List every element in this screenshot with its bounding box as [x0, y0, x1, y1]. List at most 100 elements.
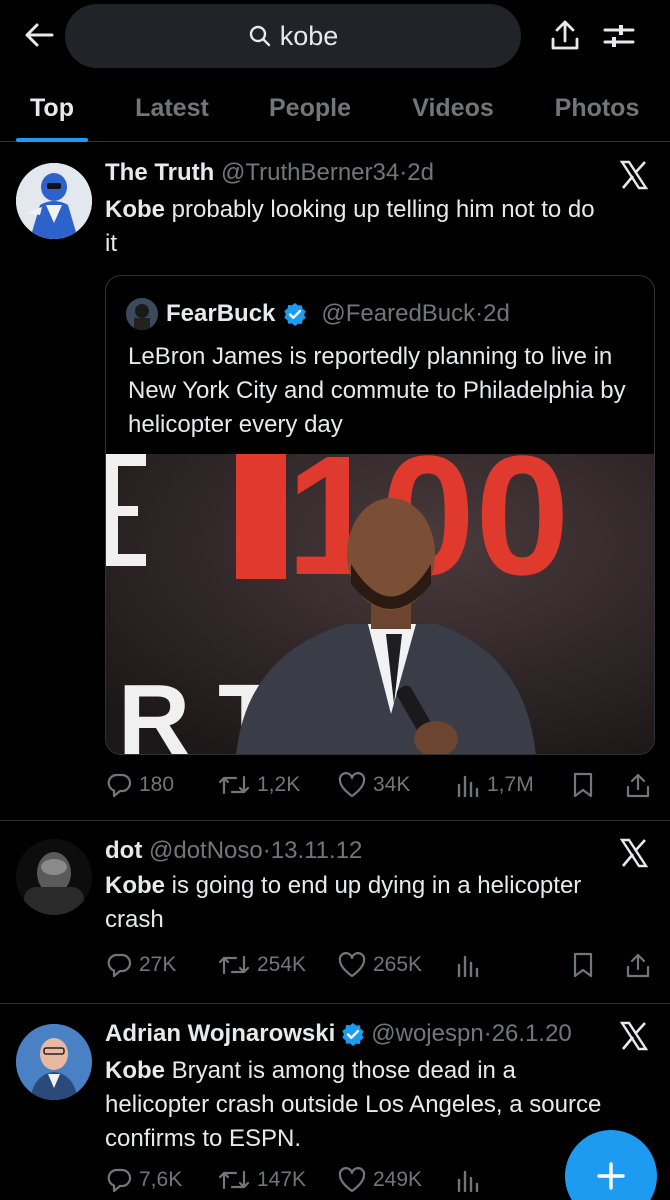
tab-videos[interactable]: Videos	[400, 74, 506, 142]
tweet-text-line: crash	[105, 906, 164, 933]
back-arrow-icon	[25, 23, 54, 47]
x-logo-icon	[619, 1021, 649, 1051]
avatar-image	[16, 163, 92, 239]
retweet-icon	[218, 775, 250, 795]
tab-latest[interactable]: Latest	[122, 74, 222, 142]
search-keyword: Kobe	[105, 1057, 165, 1084]
tweet-actions: 27K 254K 265K	[105, 945, 655, 985]
author-name[interactable]: dot	[105, 837, 142, 864]
share-button[interactable]	[625, 765, 651, 805]
author-handle[interactable]: @dotNoso	[149, 837, 263, 864]
back-button[interactable]	[18, 14, 60, 56]
search-settings-button[interactable]	[598, 16, 640, 56]
reply-button[interactable]: 27K	[105, 945, 176, 985]
tweet-time: 26.1.20	[491, 1020, 572, 1047]
tweet-text-line: Bryant is among those dead in a	[165, 1057, 516, 1084]
verified-icon	[342, 1023, 364, 1046]
top-bar: kobe	[0, 0, 670, 70]
tweet-header: The Truth @TruthBerner34·2d	[105, 159, 434, 187]
author-name[interactable]: The Truth	[105, 159, 214, 186]
like-count: 249K	[373, 1168, 423, 1191]
share-icon	[626, 773, 650, 798]
views-button[interactable]	[455, 945, 481, 985]
share-button[interactable]	[625, 945, 651, 985]
views-icon	[457, 775, 479, 798]
like-button[interactable]: 265K	[337, 945, 422, 985]
tweet-text-line: it	[105, 230, 117, 257]
share-icon	[551, 20, 579, 50]
lebron-photo: 100 R T	[106, 454, 654, 754]
separator: ·	[475, 300, 484, 327]
search-keyword: Kobe	[105, 196, 165, 223]
quote-tweet-card[interactable]: FearBuck @FearedBuck · 2d LeBron James is …	[105, 275, 655, 755]
author-handle[interactable]: @TruthBerner34	[221, 159, 399, 186]
tweet-text-line: confirms to ESPN.	[105, 1125, 302, 1152]
avatar-image	[16, 839, 92, 915]
retweet-button[interactable]: 1,2K	[217, 765, 300, 805]
author-name[interactable]: Adrian Wojnarowski	[105, 1020, 335, 1048]
verified-icon	[284, 303, 307, 326]
tweet[interactable]: The Truth @TruthBerner34·2d Kobe probabl…	[0, 143, 670, 821]
tweet-actions: 180 1,2K 34K 1,7M	[105, 765, 655, 805]
views-icon	[457, 955, 479, 978]
search-query: kobe	[279, 20, 339, 51]
tab-top[interactable]: Top	[16, 74, 88, 142]
view-count: 1,7M	[487, 773, 534, 796]
tweet-text-line: helicopter crash outside Los Angeles, a …	[105, 1091, 602, 1118]
like-icon	[338, 1167, 366, 1193]
author-handle[interactable]: @wojespn	[371, 1020, 483, 1048]
retweet-count: 254K	[257, 953, 307, 976]
tweet-time: 13.11.12	[270, 837, 363, 864]
bookmark-icon	[573, 952, 593, 978]
search-keyword: Kobe	[105, 872, 165, 899]
like-count: 34K	[373, 773, 411, 796]
quote-author-name: FearBuck	[166, 300, 276, 327]
quote-author-handle: @FearedBuck	[321, 300, 476, 327]
tweet-header: dot @dotNoso·13.11.12	[105, 837, 362, 865]
tweet[interactable]: dot @dotNoso·13.11.12 Kobe is going to e…	[0, 821, 670, 1004]
quote-media-image[interactable]: 100 R T	[106, 454, 654, 754]
reply-button[interactable]: 180	[105, 765, 174, 805]
reply-count: 7,6K	[139, 1168, 183, 1191]
tab-photos[interactable]: Photos	[544, 74, 650, 142]
x-logo-icon	[619, 838, 649, 868]
avatar[interactable]	[16, 839, 92, 915]
search-tabs: Top Latest People Videos Photos	[0, 74, 670, 142]
avatar-image	[16, 1024, 92, 1100]
retweet-icon	[218, 955, 250, 975]
bookmark-button[interactable]	[571, 765, 595, 805]
like-button[interactable]: 34K	[337, 765, 410, 805]
tweet-text-line: probably looking up telling him not to d…	[165, 196, 595, 223]
like-icon	[338, 772, 366, 798]
views-button[interactable]	[455, 1160, 481, 1200]
filter-icon	[603, 25, 635, 47]
separator: ·	[262, 837, 271, 864]
like-button[interactable]: 249K	[337, 1160, 422, 1200]
compose-icon	[597, 1162, 625, 1190]
reply-count: 180	[139, 773, 175, 796]
share-icon	[626, 953, 650, 978]
tweet-time: 2d	[407, 159, 434, 186]
reply-button[interactable]: 7,6K	[105, 1160, 182, 1200]
tweet-text: Kobe is going to end up dying in a helic…	[105, 869, 645, 937]
bookmark-button[interactable]	[571, 945, 595, 985]
tweet-text-line: is going to end up dying in a helicopter	[165, 872, 582, 899]
search-icon	[249, 25, 270, 47]
share-search-button[interactable]	[545, 16, 585, 56]
search-input[interactable]: kobe	[65, 4, 521, 68]
quote-time: 2d	[483, 300, 510, 327]
tab-people[interactable]: People	[258, 74, 362, 142]
quote-text: LeBron James is reportedly planning to l…	[128, 343, 626, 438]
active-tab-indicator	[16, 138, 88, 142]
like-count: 265K	[373, 953, 423, 976]
tweet-header: Adrian Wojnarowski @wojespn · 26.1.20	[105, 1020, 572, 1048]
views-button[interactable]: 1,7M	[455, 765, 534, 805]
retweet-button[interactable]: 254K	[217, 945, 306, 985]
separator: ·	[483, 1020, 492, 1047]
avatar[interactable]	[16, 163, 92, 239]
quote-header: FearBuck @FearedBuck · 2d	[126, 298, 510, 330]
like-icon	[338, 952, 366, 978]
bookmark-icon	[573, 772, 593, 798]
retweet-button[interactable]: 147K	[217, 1160, 306, 1200]
avatar[interactable]	[16, 1024, 92, 1100]
